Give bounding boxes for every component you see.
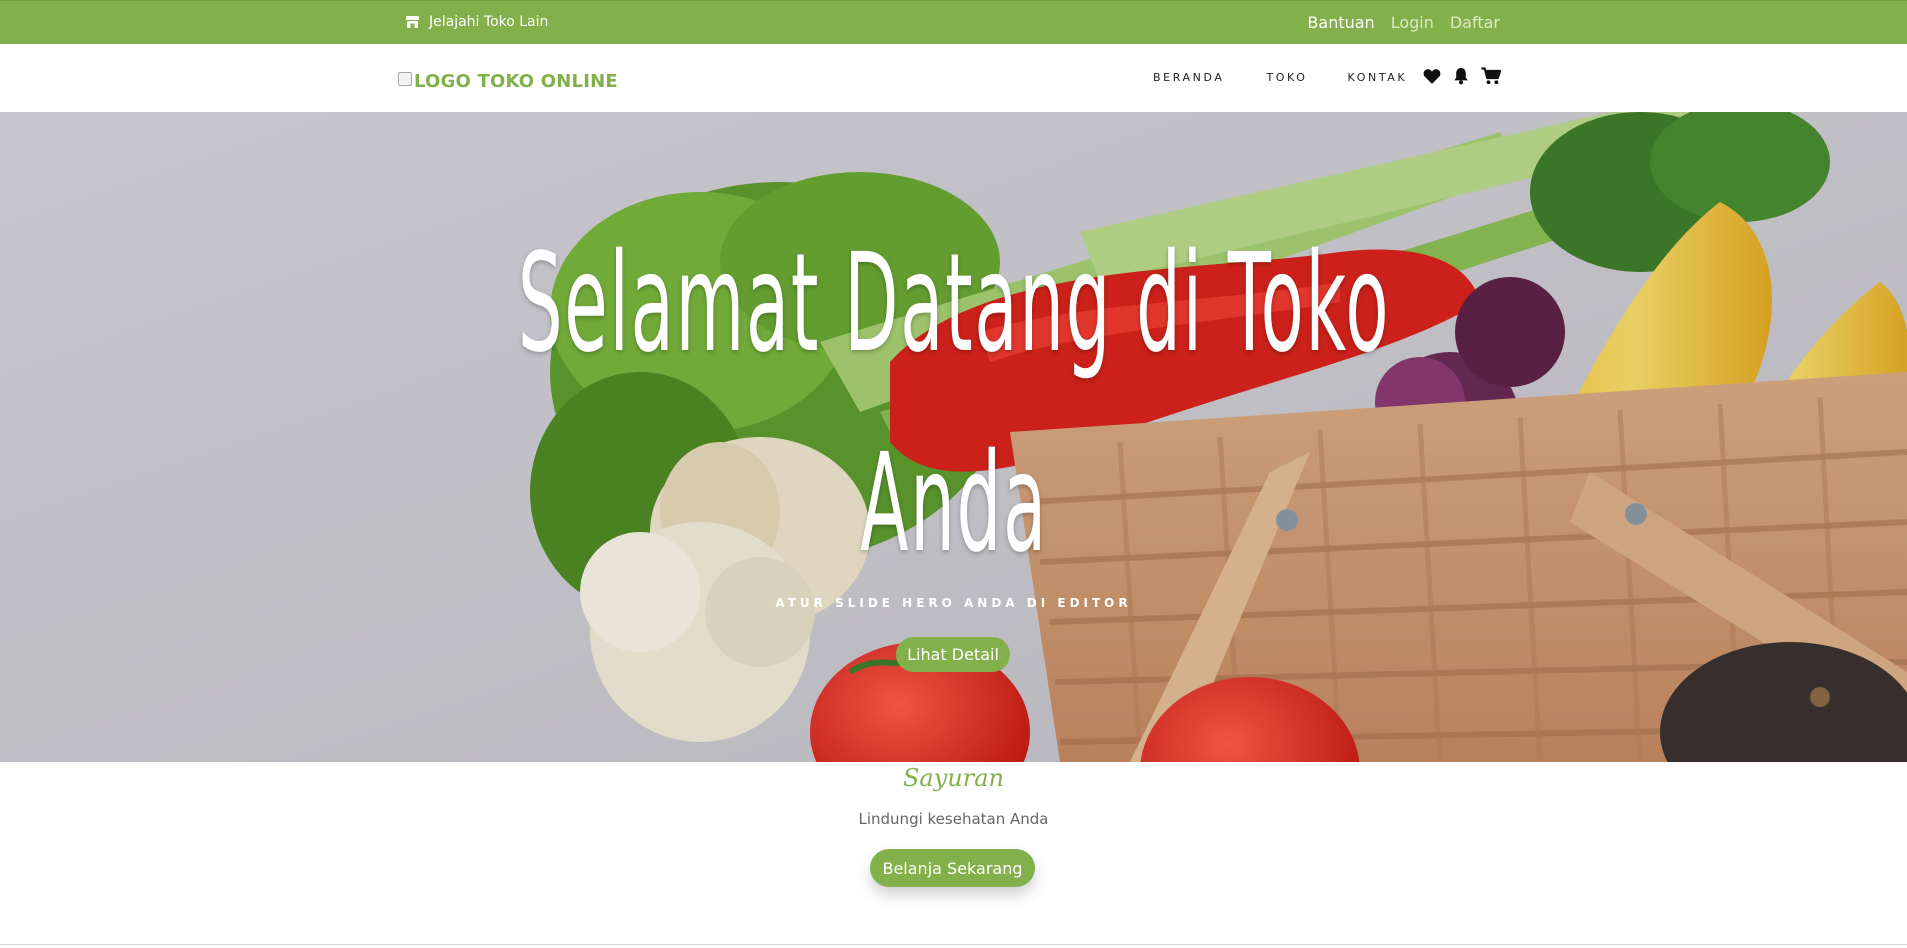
account-links: Bantuan Login Daftar	[1307, 13, 1500, 32]
shop-now-button[interactable]: Belanja Sekarang	[870, 849, 1035, 887]
category-description: Lindungi kesehatan Anda	[858, 810, 1049, 828]
help-link[interactable]: Bantuan	[1307, 13, 1374, 32]
nav-item-kontak[interactable]: KONTAK	[1348, 71, 1408, 84]
hero-subtitle: ATUR SLIDE HERO ANDA DI EDITOR	[775, 596, 1132, 610]
login-link[interactable]: Login	[1391, 13, 1434, 32]
broken-image-icon	[398, 71, 412, 86]
top-bar: Jelajahi Toko Lain Bantuan Login Daftar	[0, 0, 1907, 44]
explore-label: Jelajahi Toko Lain	[429, 14, 549, 30]
main-nav: BERANDA TOKO KONTAK	[1153, 71, 1407, 84]
view-detail-button[interactable]: Lihat Detail	[896, 637, 1010, 672]
hero-title: Selamat Datang di Toko Anda	[517, 225, 1390, 583]
cart-icon[interactable]	[1481, 67, 1501, 85]
category-title: Sayuran	[902, 764, 1004, 792]
header-icons	[1423, 67, 1501, 85]
bell-icon[interactable]	[1453, 67, 1469, 85]
hero-title-container: Selamat Datang di Toko Anda	[0, 204, 1907, 604]
explore-other-stores-link[interactable]: Jelajahi Toko Lain	[405, 14, 548, 30]
logo-alt-text: LOGO TOKO ONLINE	[414, 71, 618, 92]
nav-item-beranda[interactable]: BERANDA	[1153, 71, 1224, 84]
store-logo[interactable]: LOGO TOKO ONLINE	[398, 65, 618, 92]
heart-icon[interactable]	[1423, 68, 1441, 84]
hero-slider: Selamat Datang di Toko Anda ATUR SLIDE H…	[0, 112, 1907, 762]
register-link[interactable]: Daftar	[1450, 13, 1500, 32]
nav-item-toko[interactable]: TOKO	[1266, 71, 1307, 84]
site-header: LOGO TOKO ONLINE BERANDA TOKO KONTAK	[0, 44, 1907, 112]
section-divider	[0, 944, 1907, 945]
store-icon	[405, 15, 420, 29]
